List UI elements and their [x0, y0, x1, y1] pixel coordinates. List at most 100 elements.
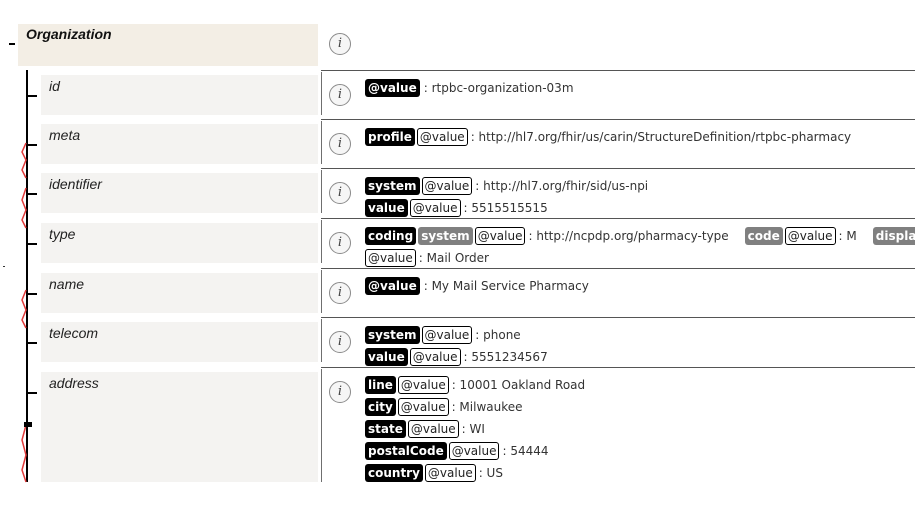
value-line: postalCode @value: 54444 — [365, 441, 549, 461]
element-tag: postalCode — [365, 442, 447, 460]
value-text: : http://hl7.org/fhir/us/carin/Structure… — [470, 130, 852, 144]
stray-mark — [3, 266, 5, 267]
info-icon[interactable]: i — [329, 33, 351, 55]
element-address[interactable]: address — [41, 372, 318, 482]
row-left-border — [321, 319, 322, 362]
root-dash — [9, 43, 15, 45]
value-attribute-tag: @value — [365, 249, 416, 267]
element-id[interactable]: id — [41, 75, 318, 115]
element-name-label: id — [49, 78, 60, 94]
value-attribute-tag: @value — [397, 398, 449, 416]
value-attribute-tag: @value — [424, 464, 476, 482]
tree-branch-tick — [27, 193, 37, 195]
element-meta[interactable]: meta — [41, 124, 318, 164]
value-line: system @value: phone — [365, 325, 521, 345]
element-telecom[interactable]: telecom — [41, 322, 318, 362]
element-tag: value — [365, 199, 408, 217]
row-separator — [321, 218, 915, 219]
tree-branch-tick — [27, 293, 37, 295]
element-tag: @value — [365, 79, 420, 97]
element-tag: value — [365, 348, 408, 366]
row-left-border — [321, 220, 322, 263]
value-text: : US — [478, 466, 503, 480]
value-attribute-tag: @value — [421, 326, 473, 344]
info-icon[interactable]: i — [329, 133, 351, 155]
value-line: @value: Mail Order — [365, 248, 489, 268]
info-icon[interactable]: i — [329, 84, 351, 106]
element-tag: system — [365, 177, 420, 195]
element-tag-gray: code — [744, 227, 783, 245]
value-text: : 5515515515 — [463, 201, 548, 215]
value-line: profile @value: http://hl7.org/fhir/us/ca… — [365, 127, 851, 147]
value-line: value @value: 5515515515 — [365, 198, 548, 218]
element-tag-gray: display — [872, 227, 915, 245]
value-text: : phone — [475, 328, 521, 342]
element-type[interactable]: type — [41, 223, 318, 263]
element-name-label: type — [49, 226, 76, 242]
value-text: : WI — [461, 422, 485, 436]
info-icon[interactable]: i — [329, 282, 351, 304]
value-attribute-tag: @value — [421, 177, 473, 195]
element-name-label: telecom — [49, 325, 99, 341]
element-tag: country — [365, 464, 423, 482]
row-separator — [321, 70, 915, 71]
tree-zigzag-decoration — [21, 142, 32, 483]
element-tag: profile — [365, 128, 415, 146]
tree-branch-tick — [27, 342, 37, 344]
value-text: : My Mail Service Pharmacy — [423, 279, 589, 293]
value-attribute-tag: @value — [474, 227, 526, 245]
element-name-label: name — [49, 276, 85, 292]
row-left-border — [321, 72, 322, 115]
row-separator — [321, 268, 915, 269]
value-attribute-tag: @value — [416, 128, 468, 146]
value-attribute-tag: @value — [409, 348, 461, 366]
row-separator — [321, 168, 915, 169]
row-left-border — [321, 270, 322, 313]
element-tag: coding — [365, 227, 417, 245]
tree-branch-tick — [27, 392, 37, 394]
element-tag: @value — [365, 277, 420, 295]
info-icon[interactable]: i — [329, 182, 351, 204]
tree-branch-tick — [27, 243, 37, 245]
element-name-label: address — [49, 375, 99, 391]
value-attribute-tag: @value — [407, 420, 459, 438]
value-text: : http://hl7.org/fhir/sid/us-npi — [475, 179, 649, 193]
row-separator — [321, 317, 915, 318]
value-text: : 54444 — [502, 444, 549, 458]
value-line: @value: rtpbc-organization-03m — [365, 78, 574, 98]
element-name-label: identifier — [49, 176, 102, 192]
value-line: value @value: 5551234567 — [365, 347, 548, 367]
value-line: @value: My Mail Service Pharmacy — [365, 276, 589, 296]
root-label: Organization — [26, 26, 112, 42]
value-text: : M — [838, 229, 857, 243]
value-text: : 5551234567 — [463, 350, 548, 364]
element-tag-gray: system — [418, 227, 473, 245]
info-icon[interactable]: i — [329, 331, 351, 353]
value-line: country @value: US — [365, 463, 503, 483]
value-line: system @value: http://hl7.org/fhir/sid/us… — [365, 176, 648, 196]
tree-branch-tick — [27, 95, 37, 97]
row-left-border — [321, 170, 322, 213]
row-left-border — [321, 369, 322, 482]
element-name-label: meta — [49, 127, 81, 143]
element-tag: system — [365, 326, 420, 344]
row-left-border — [321, 121, 322, 164]
value-attribute-tag: @value — [397, 376, 449, 394]
value-line: city @value: Milwaukee — [365, 397, 523, 417]
value-line: line @value: 10001 Oakland Road — [365, 375, 585, 395]
element-name[interactable]: name — [41, 273, 318, 313]
value-text: : Mail Order — [418, 251, 489, 265]
value-attribute-tag: @value — [448, 442, 500, 460]
info-icon[interactable]: i — [329, 381, 351, 403]
value-text: : rtpbc-organization-03m — [423, 81, 574, 95]
info-icon[interactable]: i — [329, 232, 351, 254]
value-line: state @value: WI — [365, 419, 485, 439]
value-text: : http://ncpdp.org/pharmacy-type — [528, 229, 729, 243]
row-separator — [321, 119, 915, 120]
root-element[interactable]: Organization — [18, 24, 318, 66]
tree-branch-tick — [27, 144, 37, 146]
value-attribute-tag: @value — [784, 227, 836, 245]
value-attribute-tag: @value — [409, 199, 461, 217]
element-identifier[interactable]: identifier — [41, 173, 318, 213]
element-tag: state — [365, 420, 406, 438]
